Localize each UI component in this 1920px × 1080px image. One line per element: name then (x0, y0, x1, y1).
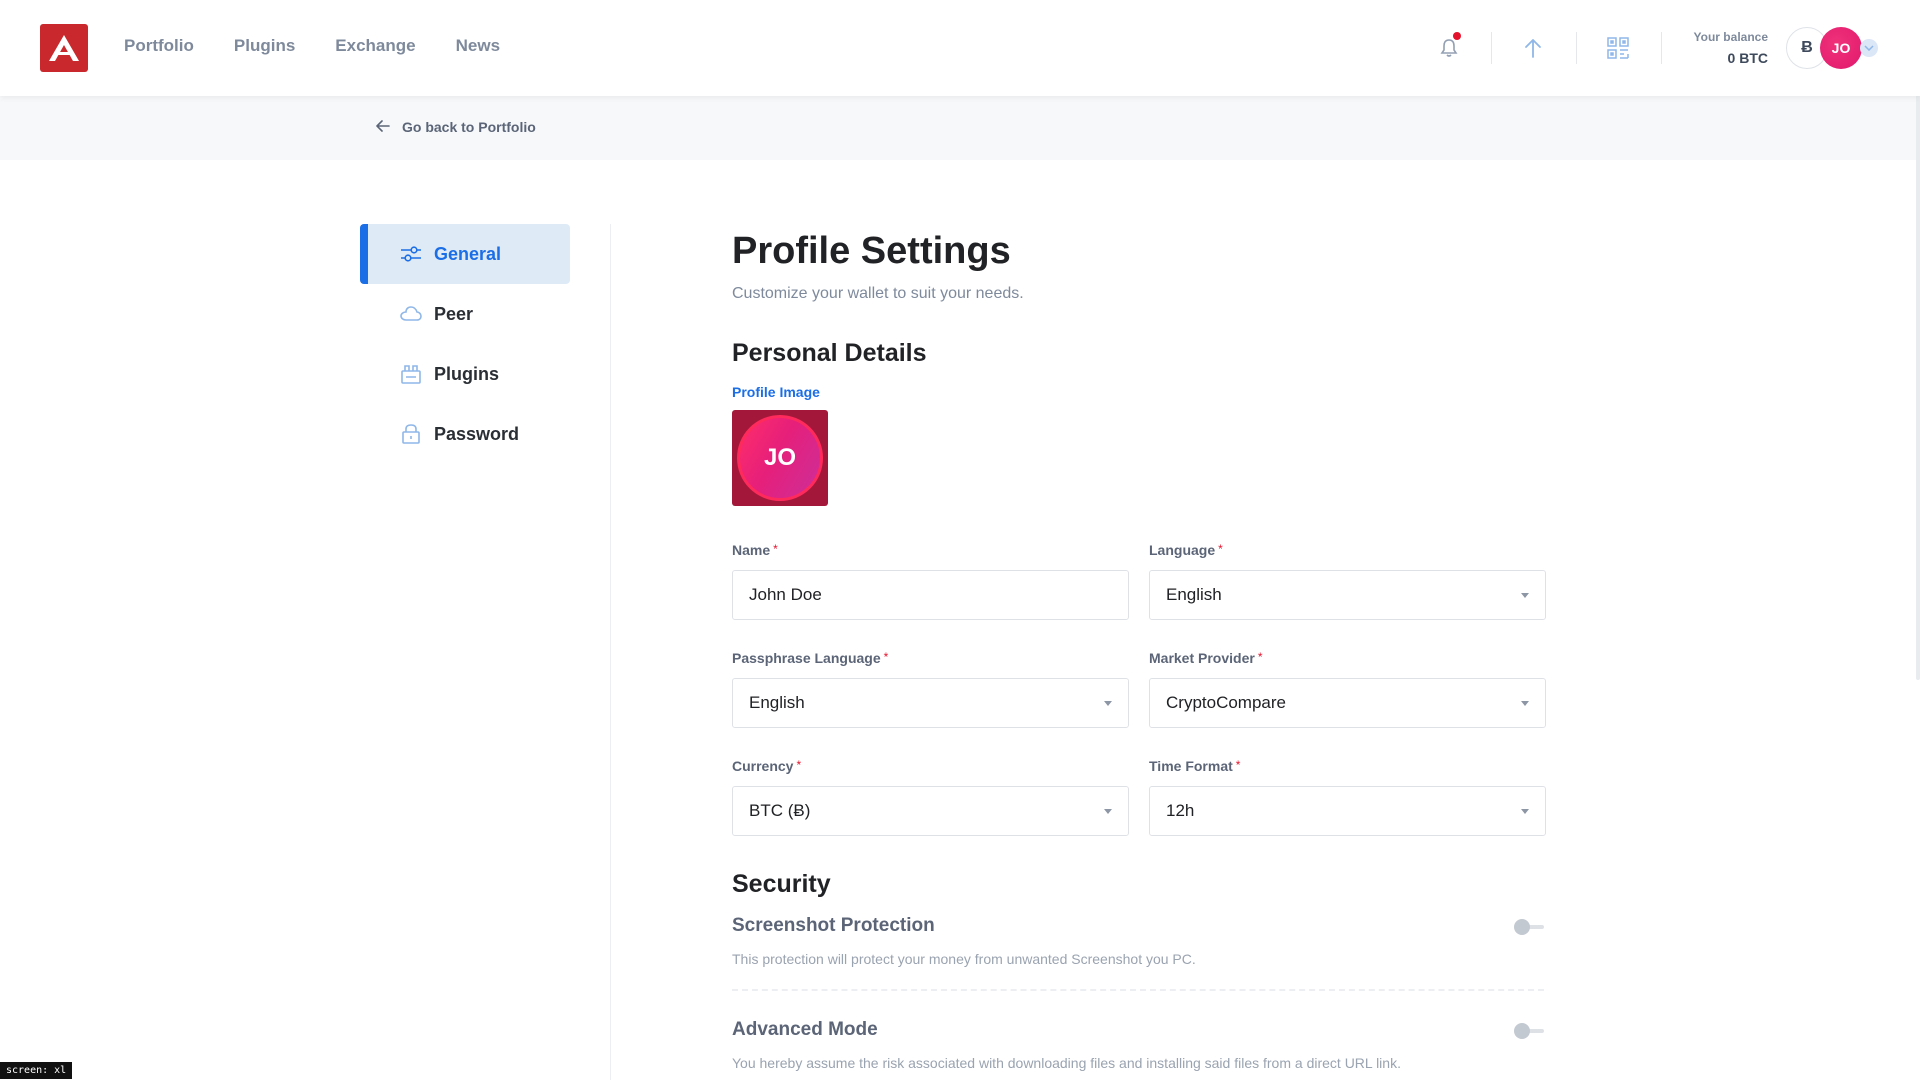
nav-exchange[interactable]: Exchange (335, 36, 415, 56)
passphrase-language-field-group: Passphrase Language * English (732, 650, 1129, 728)
name-field-group: Name * John Doe (732, 542, 1129, 620)
main-nav: Portfolio Plugins Exchange News (124, 36, 500, 56)
page-title: Profile Settings (732, 230, 1011, 272)
toggle-knob (1514, 1023, 1530, 1039)
top-navigation-bar: Portfolio Plugins Exchange News Your bal… (0, 0, 1920, 96)
time-format-label: Time Format (1149, 758, 1233, 774)
advanced-mode-setting: Advanced Mode You hereby assume the risk… (732, 1019, 1544, 1071)
sliders-icon (400, 243, 422, 265)
balance-display: Your balance 0 BTC (1694, 30, 1768, 66)
balance-label: Your balance (1693, 30, 1768, 44)
chevron-down-icon[interactable] (1860, 39, 1878, 57)
sidebar-divider (610, 224, 611, 1080)
caret-down-icon (1521, 592, 1529, 598)
sidebar-item-general[interactable]: General (360, 224, 570, 284)
language-field-group: Language * English (1149, 542, 1546, 620)
header-divider (1576, 32, 1577, 64)
ark-logo-icon[interactable] (40, 24, 88, 72)
nav-plugins[interactable]: Plugins (234, 36, 295, 56)
caret-down-icon (1521, 808, 1529, 814)
balance-value: 0 BTC (1727, 50, 1768, 66)
currency-label: Currency (732, 758, 794, 774)
sidebar-item-label: Peer (434, 303, 474, 324)
sidebar-item-label: Plugins (434, 363, 500, 384)
currency-select[interactable]: BTC (Ƀ) (732, 786, 1129, 836)
toggle-knob (1514, 919, 1530, 935)
sidebar-item-password[interactable]: Password (360, 404, 570, 464)
required-marker: * (1235, 758, 1241, 772)
sidebar-item-plugins[interactable]: Plugins (360, 344, 570, 404)
time-format-select[interactable]: 12h (1149, 786, 1546, 836)
avatar[interactable]: JO (1820, 27, 1862, 69)
caret-down-icon (1521, 700, 1529, 706)
currency-value: BTC (Ƀ) (749, 801, 811, 820)
sidebar-item-peer[interactable]: Peer (360, 284, 570, 344)
required-marker: * (773, 542, 778, 556)
page-subtitle: Customize your wallet to suit your needs… (732, 285, 1024, 302)
market-provider-value: CryptoCompare (1166, 693, 1286, 712)
passphrase-language-value: English (749, 693, 805, 712)
send-arrow-up-icon[interactable] (1519, 34, 1547, 62)
screen-size-tag: screen: xl (0, 1062, 73, 1079)
settings-sidebar: General Peer Plugins Password (360, 224, 570, 464)
screenshot-protection-setting: Screenshot Protection This protection wi… (732, 915, 1544, 967)
screenshot-protection-title: Screenshot Protection (732, 915, 935, 936)
name-value: John Doe (749, 585, 822, 604)
security-heading: Security (732, 870, 831, 898)
caret-down-icon (1104, 808, 1112, 814)
sidebar-item-label: General (434, 243, 502, 264)
language-select[interactable]: English (1149, 570, 1546, 620)
required-marker: * (1257, 650, 1263, 664)
advanced-mode-title: Advanced Mode (732, 1019, 878, 1040)
profile-image-label: Profile Image (732, 384, 820, 400)
name-input[interactable]: John Doe (732, 570, 1129, 620)
arrow-left-icon (376, 119, 390, 135)
header-divider (1661, 32, 1662, 64)
advanced-mode-description: You hereby assume the risk associated wi… (732, 1055, 1401, 1071)
cloud-icon (400, 303, 422, 325)
lock-icon (400, 423, 422, 445)
back-to-portfolio-link[interactable]: Go back to Portfolio (376, 119, 536, 135)
setting-divider (732, 989, 1544, 991)
language-value: English (1166, 585, 1222, 604)
back-navigation-bar: Go back to Portfolio (0, 96, 1920, 160)
personal-details-heading: Personal Details (732, 339, 927, 367)
passphrase-language-label: Passphrase Language (732, 650, 881, 666)
plugin-box-icon (400, 363, 422, 385)
required-marker: * (1218, 542, 1223, 556)
screenshot-protection-toggle[interactable] (1514, 919, 1544, 935)
profile-image-upload[interactable]: JO (732, 410, 828, 506)
bell-icon[interactable] (1435, 32, 1463, 62)
nav-portfolio[interactable]: Portfolio (124, 36, 194, 56)
required-marker: * (883, 650, 889, 664)
personal-details-form: Name * John Doe Language * English Passphr… (732, 542, 1546, 836)
screenshot-protection-description: This protection will protect your money … (732, 951, 1196, 967)
sidebar-item-label: Password (434, 423, 520, 444)
market-provider-field-group: Market Provider * CryptoCompare (1149, 650, 1546, 728)
advanced-mode-toggle[interactable] (1514, 1023, 1544, 1039)
market-provider-label: Market Provider (1149, 650, 1255, 666)
page-scrollbar[interactable] (1916, 0, 1920, 680)
time-format-value: 12h (1166, 801, 1195, 820)
name-label: Name (732, 542, 771, 558)
market-provider-select[interactable]: CryptoCompare (1149, 678, 1546, 728)
nav-news[interactable]: News (456, 36, 500, 56)
back-link-label: Go back to Portfolio (402, 119, 536, 135)
notification-dot (1453, 32, 1461, 40)
profile-avatar: JO (737, 415, 823, 501)
caret-down-icon (1104, 700, 1112, 706)
required-marker: * (796, 758, 802, 772)
language-label: Language (1149, 542, 1216, 558)
passphrase-language-select[interactable]: English (732, 678, 1129, 728)
settings-content: Profile Settings Customize your wallet t… (732, 230, 1546, 1071)
currency-field-group: Currency * BTC (Ƀ) (732, 758, 1129, 836)
qr-code-icon[interactable] (1604, 34, 1632, 62)
time-format-field-group: Time Format * 12h (1149, 758, 1546, 836)
header-divider (1491, 32, 1492, 64)
